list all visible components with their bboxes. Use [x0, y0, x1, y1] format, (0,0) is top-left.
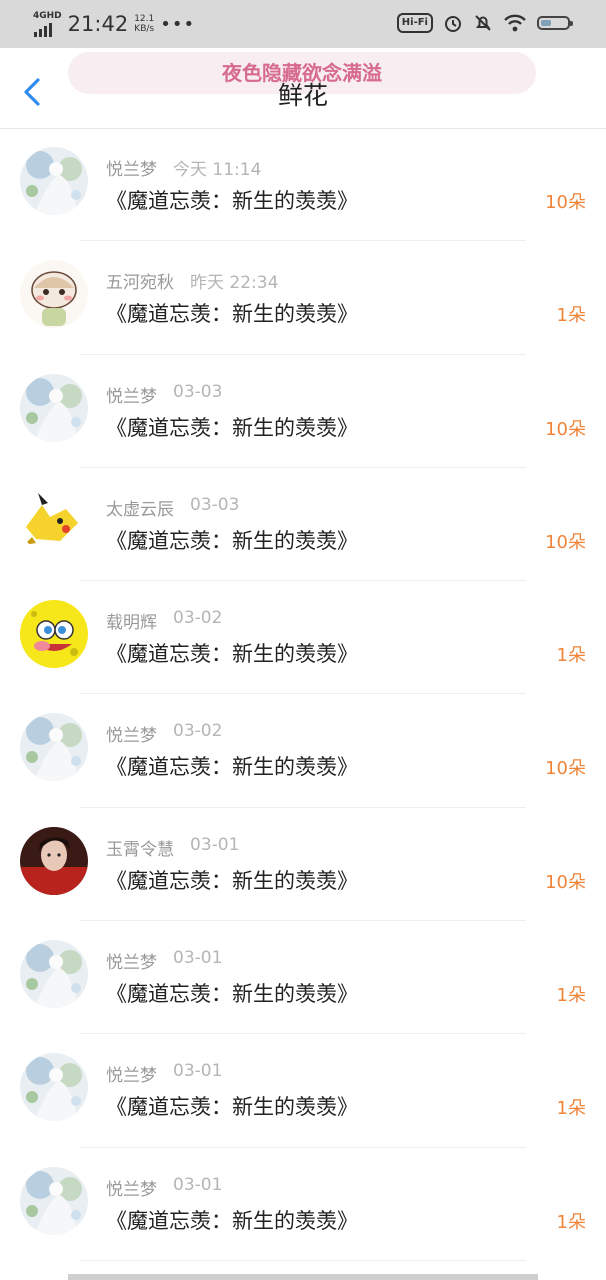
more-notifications-icon: •••	[160, 13, 196, 35]
cellular-signal-icon: 4GHD	[33, 10, 62, 37]
user-name[interactable]: 太虚云辰	[106, 495, 174, 520]
flower-count: 10朵	[545, 192, 586, 213]
avatar-cartoon-bear[interactable]	[20, 260, 88, 329]
user-name[interactable]: 悦兰梦	[106, 1175, 157, 1200]
list-item[interactable]: 悦兰梦 03-03 《魔道忘羡：新生的羡羡》 10朵	[0, 355, 606, 468]
hifi-icon: Hi-Fi	[396, 13, 433, 33]
alarm-icon	[445, 16, 461, 32]
flower-count: 1朵	[556, 1211, 586, 1233]
book-title[interactable]: 《魔道忘羡：新生的羡羡》	[106, 298, 358, 328]
user-name[interactable]: 悦兰梦	[106, 948, 157, 973]
user-name[interactable]: 五河宛秋	[106, 268, 174, 293]
avatar-floral[interactable]	[20, 1053, 88, 1122]
flower-count: 1朵	[556, 305, 586, 327]
book-title[interactable]: 《魔道忘羡：新生的羡羡》	[106, 751, 358, 781]
flower-count: 1朵	[556, 1098, 586, 1120]
avatar-floral[interactable]	[20, 713, 88, 782]
divider	[80, 1259, 526, 1261]
avatar-floral[interactable]	[20, 1166, 88, 1235]
battery-icon	[537, 16, 573, 30]
book-title[interactable]: 《魔道忘羡：新生的羡羡》	[106, 525, 358, 555]
mute-bell-icon	[475, 15, 491, 31]
flower-count: 1朵	[556, 985, 586, 1007]
book-title[interactable]: 《魔道忘羡：新生的羡羡》	[106, 865, 358, 895]
avatar-floral[interactable]	[20, 940, 88, 1009]
flower-count: 1朵	[556, 645, 586, 667]
list-item[interactable]: 玉霄令慧 03-01 《魔道忘羡：新生的羡羡》 10朵	[0, 808, 606, 922]
book-title[interactable]: 《魔道忘羡：新生的羡羡》	[106, 1091, 358, 1121]
timestamp: 03-01	[173, 1061, 223, 1082]
timestamp: 03-01	[173, 1174, 223, 1195]
avatar-pikachu[interactable]	[20, 486, 88, 555]
user-name[interactable]: 悦兰梦	[106, 721, 157, 746]
bottom-edge	[68, 1274, 538, 1280]
network-speed: 12.1 KB/s	[134, 14, 155, 34]
timestamp: 03-01	[190, 834, 240, 855]
timestamp: 今天 11:14	[173, 160, 262, 180]
list-item[interactable]: 太虚云辰 03-03 《魔道忘羡：新生的羡羡》 10朵	[0, 468, 606, 582]
avatar-floral[interactable]	[20, 147, 88, 215]
list-item[interactable]: 悦兰梦 03-02 《魔道忘羡：新生的羡羡》 10朵	[0, 694, 606, 808]
avatar-photo[interactable]	[20, 826, 88, 895]
book-title[interactable]: 《魔道忘羡：新生的羡羡》	[106, 1205, 358, 1235]
avatar-sponge[interactable]	[20, 600, 88, 669]
clock: 21:42	[67, 12, 129, 36]
flower-count: 10朵	[545, 758, 586, 780]
book-title[interactable]: 《魔道忘羡：新生的羡羡》	[106, 638, 358, 668]
wifi-icon	[504, 14, 526, 32]
list-item[interactable]: 悦兰梦 今天 11:14 《魔道忘羡：新生的羡羡》 10朵	[0, 128, 606, 242]
list-item[interactable]: 悦兰梦 03-01 《魔道忘羡：新生的羡羡》 1朵	[0, 921, 606, 1035]
flower-count: 10朵	[545, 531, 586, 553]
timestamp: 03-01	[173, 948, 223, 969]
flower-count: 10朵	[545, 871, 586, 893]
book-title[interactable]: 《魔道忘羡：新生的羡羡》	[106, 978, 358, 1008]
book-title[interactable]: 《魔道忘羡：新生的羡羡》	[106, 185, 358, 215]
list-item[interactable]: 悦兰梦 03-01 《魔道忘羡：新生的羡羡》 1朵	[0, 1034, 606, 1148]
timestamp: 昨天 22:34	[190, 273, 279, 294]
list-item[interactable]: 悦兰梦 03-01 《魔道忘羡：新生的羡羡》 1朵	[0, 1148, 606, 1261]
list-item[interactable]: 五河宛秋 昨天 22:34 《魔道忘羡：新生的羡羡》 1朵	[0, 241, 606, 355]
flower-record-list: 悦兰梦 今天 11:14 《魔道忘羡：新生的羡羡》 10朵 五河宛秋 昨天 22…	[0, 128, 606, 1261]
book-title[interactable]: 《魔道忘羡：新生的羡羡》	[106, 412, 358, 442]
user-name[interactable]: 悦兰梦	[106, 382, 157, 407]
timestamp: 03-03	[190, 494, 240, 515]
timestamp: 03-02	[173, 721, 223, 742]
timestamp: 03-02	[173, 608, 223, 629]
status-bar: 4GHD 21:42 12.1 KB/s ••• Hi-Fi	[0, 0, 606, 48]
flower-count: 10朵	[545, 418, 586, 440]
page-title: 鲜花	[277, 81, 328, 110]
user-name[interactable]: 悦兰梦	[106, 155, 157, 180]
header-bar: 夜色隐藏欲念满溢 鲜花	[0, 48, 606, 129]
user-name[interactable]: 载明辉	[106, 608, 157, 633]
network-type: 4GHD	[33, 10, 62, 21]
user-name[interactable]: 玉霄令慧	[106, 835, 174, 860]
list-item[interactable]: 载明辉 03-02 《魔道忘羡：新生的羡羡》 1朵	[0, 581, 606, 695]
avatar-floral[interactable]	[20, 373, 88, 442]
timestamp: 03-03	[173, 381, 223, 402]
user-name[interactable]: 悦兰梦	[106, 1061, 157, 1086]
